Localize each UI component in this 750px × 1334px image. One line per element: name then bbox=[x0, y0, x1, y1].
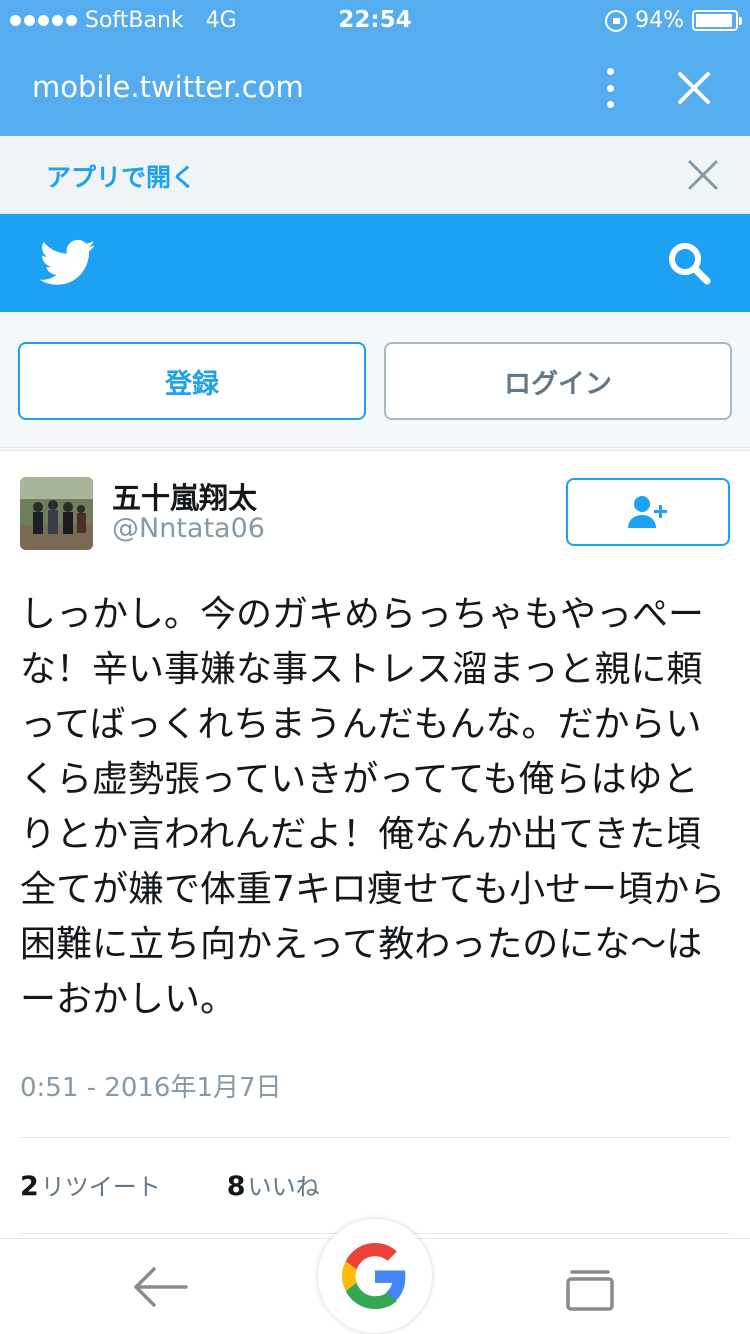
browser-url-bar: mobile.twitter.com bbox=[0, 40, 750, 136]
avatar[interactable] bbox=[20, 477, 93, 550]
url-text[interactable]: mobile.twitter.com bbox=[32, 70, 304, 104]
tweet-stats: 2 リツイート 8 いいね bbox=[20, 1167, 320, 1202]
tweet-timestamp[interactable]: 0:51 - 2016年1月7日 bbox=[20, 1067, 282, 1104]
tweet-text: しっかし。今のガキめらっちゃもやっぺーな！辛い事嫌な事ストレス溜まっと親に頼って… bbox=[20, 594, 726, 1020]
like-label: いいね bbox=[247, 1173, 320, 1201]
close-icon[interactable] bbox=[684, 156, 722, 194]
close-icon[interactable] bbox=[672, 66, 716, 110]
battery-percent: 94% bbox=[635, 8, 684, 33]
follow-button[interactable] bbox=[566, 478, 730, 546]
retweet-number: 2 bbox=[20, 1171, 39, 1202]
divider bbox=[20, 1137, 730, 1138]
author-name[interactable]: 五十嵐翔太 bbox=[112, 475, 257, 517]
tweet-card: 五十嵐翔太 @Nntata06 しっかし。今のガキめらっちゃもやっぺーな！辛い事… bbox=[0, 450, 750, 1250]
retweet-label: リツイート bbox=[40, 1173, 161, 1201]
twitter-bird-icon[interactable] bbox=[40, 238, 96, 288]
kebab-menu-icon[interactable] bbox=[598, 68, 622, 108]
add-user-icon bbox=[628, 496, 667, 528]
signup-button[interactable]: 登録 bbox=[18, 342, 366, 420]
browser-bottom-bar bbox=[0, 1219, 750, 1334]
like-number: 8 bbox=[226, 1171, 246, 1202]
back-arrow-icon[interactable] bbox=[130, 1261, 190, 1313]
auth-section: 登録 ログイン bbox=[0, 312, 750, 448]
like-count[interactable]: 8 いいね bbox=[227, 1167, 320, 1202]
retweet-count[interactable]: 2 リツイート bbox=[20, 1167, 161, 1202]
open-in-app-banner: アプリで開く bbox=[0, 136, 750, 214]
search-icon[interactable] bbox=[664, 238, 714, 288]
orientation-lock-icon bbox=[605, 9, 628, 32]
author-handle[interactable]: @Nntata06 bbox=[112, 513, 265, 544]
twitter-header bbox=[0, 214, 750, 312]
google-button[interactable] bbox=[318, 1219, 432, 1333]
open-in-app-link[interactable]: アプリで開く bbox=[46, 158, 196, 194]
tabs-icon[interactable] bbox=[562, 1265, 618, 1313]
status-bar: SoftBank 4G 22:54 94% bbox=[0, 0, 750, 40]
google-g-icon bbox=[342, 1243, 406, 1309]
battery-icon bbox=[692, 10, 742, 31]
login-button[interactable]: ログイン bbox=[384, 342, 732, 420]
